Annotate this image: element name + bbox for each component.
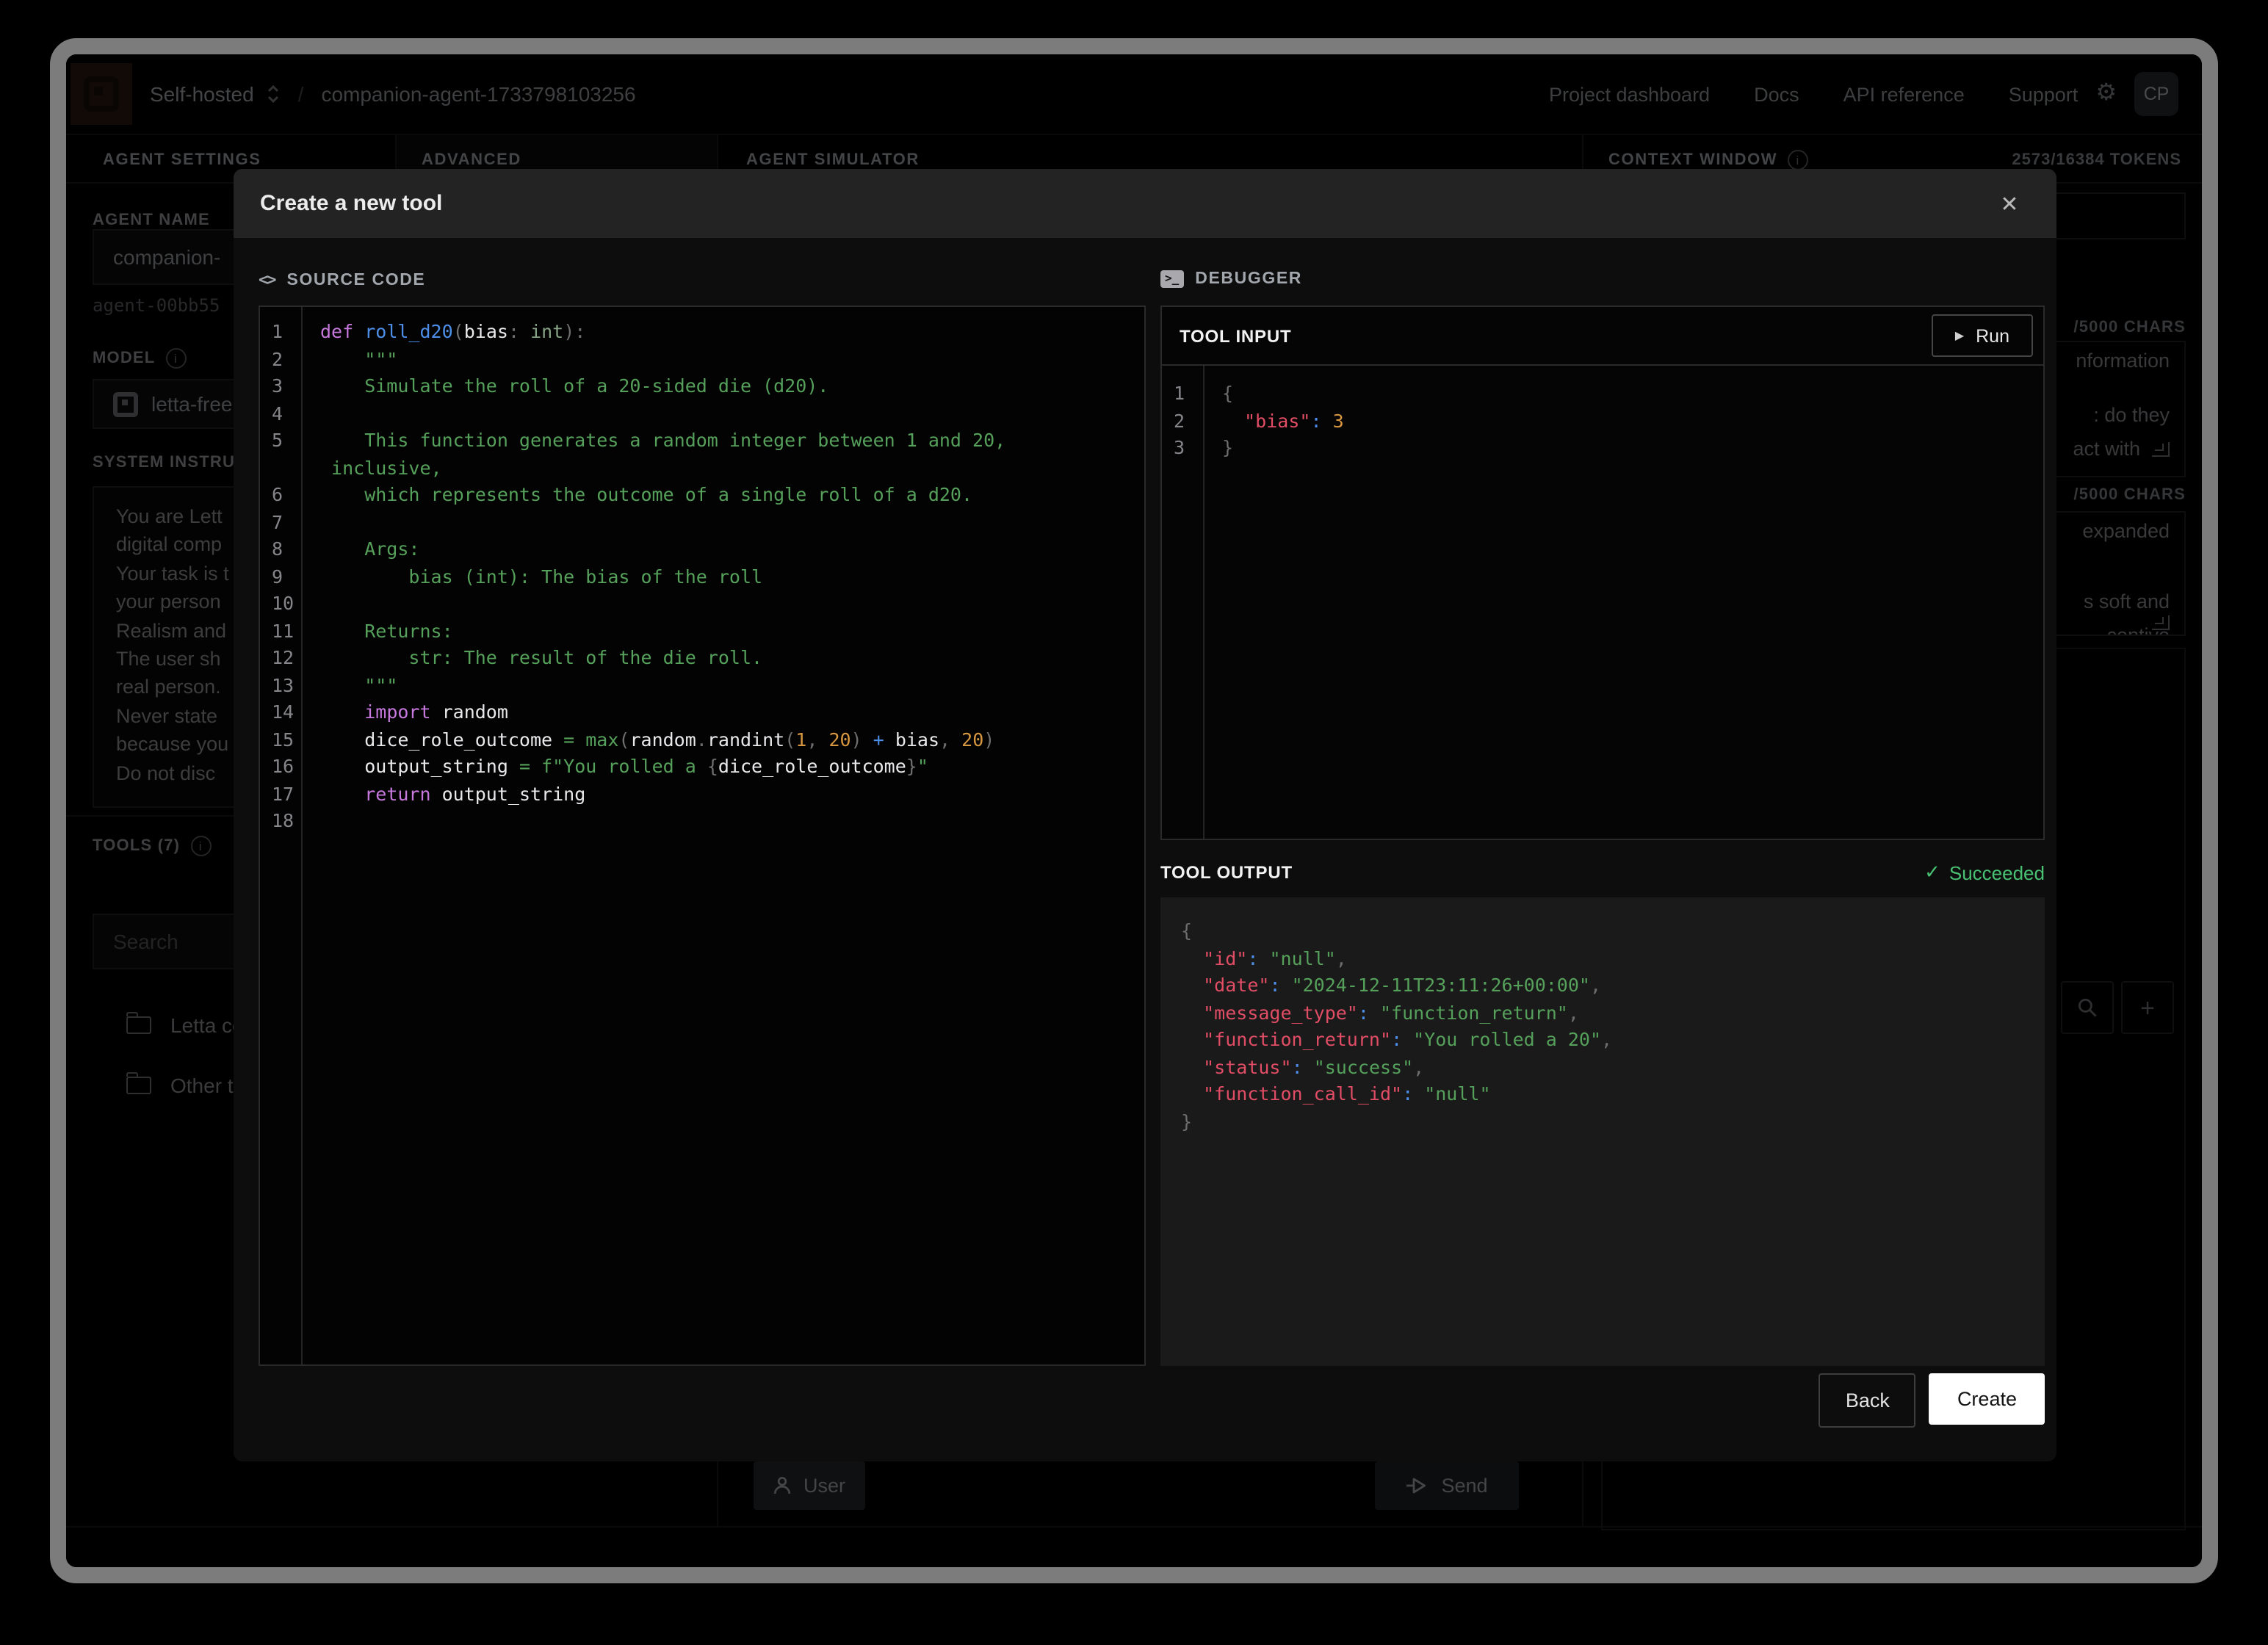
code-line: 2 """	[260, 346, 1144, 373]
code-icon: <>	[259, 270, 275, 289]
line-number: 18	[260, 808, 301, 835]
code-line: 15 dice_role_outcome = max(random.randin…	[260, 726, 1144, 753]
line-number: 11	[260, 618, 301, 645]
app-window: Self-hosted / companion-agent-1733798103…	[50, 38, 2218, 1583]
status-text: Succeeded	[1949, 861, 2045, 883]
line-number: 3	[1162, 435, 1203, 462]
line-number: 9	[260, 563, 301, 590]
code-line: 13 """	[260, 672, 1144, 699]
app-background: Self-hosted / companion-agent-1733798103…	[66, 54, 2202, 1567]
close-icon[interactable]: ✕	[1989, 183, 2030, 224]
play-icon: ▶	[1955, 329, 1964, 342]
modal-actions: Back Create	[259, 1373, 2045, 1428]
code-line: "function_call_id": "null"	[1181, 1081, 2045, 1108]
source-code-editor[interactable]: 1def roll_d20(bias: int):2 """3 Simulate…	[259, 306, 1146, 1366]
create-tool-modal: Create a new tool ✕ <> SOURCE CODE >_ DE…	[234, 169, 2056, 1461]
code-line: 1{	[1162, 380, 2043, 408]
tool-output-label: TOOL OUTPUT	[1160, 862, 1924, 883]
code-line: 11 Returns:	[260, 618, 1144, 645]
check-icon: ✓	[1924, 861, 1940, 884]
line-number: 17	[260, 781, 301, 808]
tool-input-label: TOOL INPUT	[1180, 325, 1932, 346]
create-button[interactable]: Create	[1929, 1373, 2045, 1425]
run-button[interactable]: ▶ Run	[1932, 314, 2033, 357]
tool-input-editor[interactable]: 1{2 "bias": 33}	[1162, 366, 2043, 839]
source-code-label: <> SOURCE CODE	[259, 270, 425, 289]
code-line: 12 str: The result of the die roll.	[260, 645, 1144, 672]
code-line: 1def roll_d20(bias: int):	[260, 319, 1144, 346]
code-line: 10	[260, 590, 1144, 618]
line-number: 5	[260, 427, 301, 455]
code-line: 3}	[1162, 435, 2043, 462]
screen: Self-hosted / companion-agent-1733798103…	[0, 0, 2268, 1645]
back-button[interactable]: Back	[1819, 1373, 1916, 1428]
code-line: "id": "null",	[1181, 945, 2045, 972]
code-line: "date": "2024-12-11T23:11:26+00:00",	[1181, 972, 2045, 999]
line-number: 2	[260, 346, 301, 373]
code-line: 14 import random	[260, 699, 1144, 726]
tool-input-header: TOOL INPUT ▶ Run	[1162, 307, 2043, 366]
line-number: 3	[260, 373, 301, 400]
tool-output-panel: { "id": "null", "date": "2024-12-11T23:1…	[1160, 897, 2045, 1366]
modal-body: <> SOURCE CODE >_ DEBUGGER 1def roll_d20…	[234, 238, 2056, 1461]
line-number: 1	[1162, 380, 1203, 408]
code-line: 2 "bias": 3	[1162, 408, 2043, 435]
status-badge: ✓ Succeeded	[1924, 861, 2045, 884]
line-number: 15	[260, 726, 301, 753]
terminal-icon: >_	[1160, 270, 1183, 287]
code-line: "message_type": "function_return",	[1181, 999, 2045, 1027]
code-line: 6 which represents the outcome of a sing…	[260, 482, 1144, 509]
code-line: 5 This function generates a random integ…	[260, 427, 1144, 455]
source-code-lines[interactable]: 1def roll_d20(bias: int):2 """3 Simulate…	[260, 307, 1144, 1364]
code-line: inclusive,	[260, 455, 1144, 482]
code-line: "status": "success",	[1181, 1054, 2045, 1081]
code-line: }	[1181, 1108, 2045, 1135]
line-number: 14	[260, 699, 301, 726]
line-number: 1	[260, 319, 301, 346]
line-number: 12	[260, 645, 301, 672]
tool-output-header: TOOL OUTPUT ✓ Succeeded	[1160, 847, 2045, 897]
line-number	[260, 455, 301, 482]
line-number: 10	[260, 590, 301, 618]
line-number: 8	[260, 536, 301, 563]
tool-input-panel: TOOL INPUT ▶ Run 1{2 "bias": 33}	[1160, 306, 2045, 840]
code-line: 8 Args:	[260, 536, 1144, 563]
code-line: 4	[260, 400, 1144, 427]
modal-header: Create a new tool ✕	[234, 169, 2056, 238]
code-line: 9 bias (int): The bias of the roll	[260, 563, 1144, 590]
code-line: {	[1181, 918, 2045, 945]
line-number: 13	[260, 672, 301, 699]
code-line: "function_return": "You rolled a 20",	[1181, 1027, 2045, 1054]
code-line: 7	[260, 509, 1144, 536]
modal-title: Create a new tool	[260, 191, 1989, 216]
code-line: 18	[260, 808, 1144, 835]
line-number: 4	[260, 400, 301, 427]
code-line: 17 return output_string	[260, 781, 1144, 808]
run-label: Run	[1976, 325, 2009, 346]
code-line: 16 output_string = f"You rolled a {dice_…	[260, 753, 1144, 781]
debugger-label: >_ DEBUGGER	[1160, 270, 1302, 288]
line-number: 7	[260, 509, 301, 536]
line-number: 16	[260, 753, 301, 781]
code-line: 3 Simulate the roll of a 20-sided die (d…	[260, 373, 1144, 400]
line-number: 6	[260, 482, 301, 509]
line-number: 2	[1162, 408, 1203, 435]
